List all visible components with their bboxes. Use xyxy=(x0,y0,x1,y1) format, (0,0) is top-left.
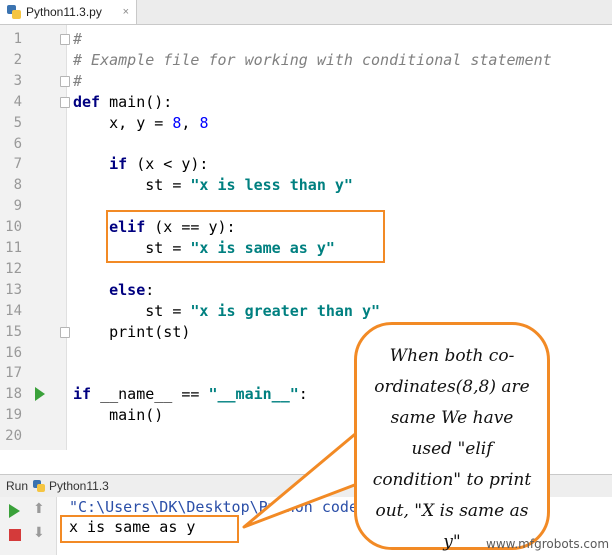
annotation-text: When both co-ordinates(8,8) are same We … xyxy=(372,346,532,552)
watermark: www.mfgrobots.com xyxy=(486,537,610,551)
annotation-bubble: When both co-ordinates(8,8) are same We … xyxy=(354,322,550,552)
